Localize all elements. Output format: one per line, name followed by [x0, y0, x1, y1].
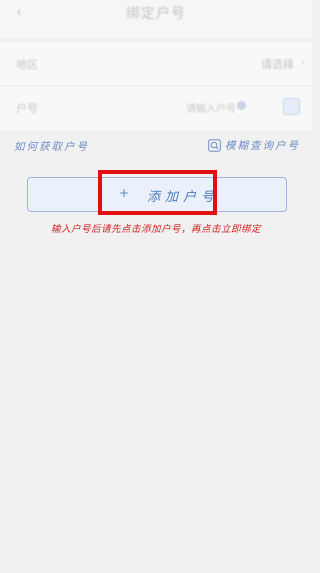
region-value[interactable]: 请选择 — [261, 56, 294, 72]
chevron-right-icon: › — [301, 57, 305, 68]
account-input[interactable]: 请输入户号 — [186, 100, 236, 115]
form-card: 地区 请选择 › 户号 请输入户号 — [0, 42, 312, 130]
instruction-text: 输入户号后请先点击添加户号，再点击立即绑定 — [50, 224, 261, 235]
search-icon — [208, 138, 221, 152]
region-label: 地区 — [16, 58, 38, 71]
nav-bar: ‹ 绑定户号 — [0, 0, 312, 38]
account-label: 户号 — [16, 102, 38, 115]
page-title: 绑定户号 — [126, 6, 186, 22]
region-row[interactable]: 地区 请选择 › — [0, 42, 312, 86]
highlight-box — [98, 170, 217, 215]
fuzzy-search-label: 模糊查询户号 — [225, 139, 300, 152]
help-icon[interactable] — [237, 101, 246, 110]
scan-icon[interactable] — [283, 98, 300, 115]
how-to-get-account-link[interactable]: 如何获取户号 — [14, 139, 89, 154]
fuzzy-search-link[interactable]: 模糊查询户号 — [208, 137, 300, 153]
account-row[interactable]: 户号 请输入户号 — [0, 86, 312, 130]
